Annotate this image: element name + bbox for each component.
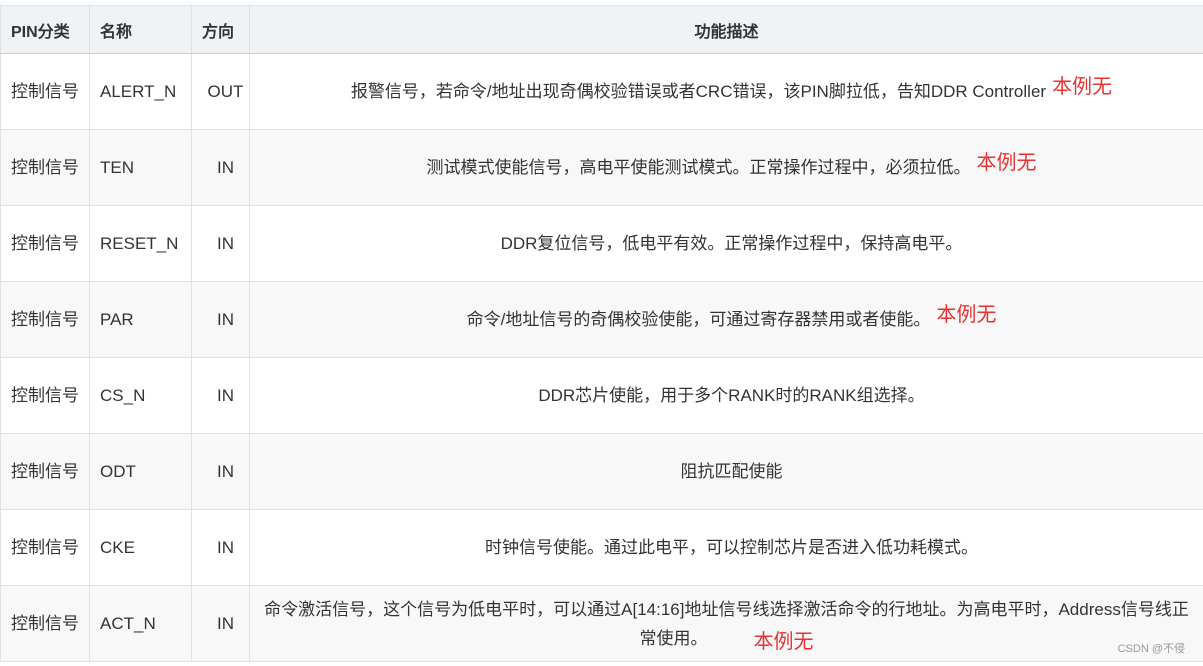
table-row: 控制信号 RESET_N IN DDR复位信号，低电平有效。正常操作过程中，保持… [0, 205, 1203, 282]
note-not-used: 本例无 [753, 630, 814, 653]
cell-name: PAR [89, 281, 192, 358]
cell-direction: IN [191, 433, 250, 510]
cell-category: 控制信号 [0, 53, 90, 130]
cell-description: 测试模式使能信号，高电平使能测试模式。正常操作过程中，必须拉低。 本例无 [249, 129, 1203, 206]
header-pin-category: PIN分类 [0, 5, 90, 54]
description-text: 测试模式使能信号，高电平使能测试模式。正常操作过程中，必须拉低。 [426, 158, 971, 177]
cell-description: 报警信号，若命令/地址出现奇偶校验错误或者CRC错误，该PIN脚拉低，告知DDR… [249, 53, 1203, 130]
cell-direction: IN [191, 585, 250, 662]
cell-name: ODT [89, 433, 192, 510]
header-name: 名称 [89, 5, 192, 54]
pin-function-table: PIN分类 名称 方向 功能描述 控制信号 ALERT_N OUT 报警信号，若… [0, 5, 1203, 662]
csdn-watermark: CSDN @不侵 [1117, 643, 1185, 655]
cell-description: 阻抗匹配使能 [249, 433, 1203, 510]
header-direction: 方向 [191, 5, 250, 54]
cell-category: 控制信号 [0, 509, 90, 586]
cell-name: CS_N [89, 357, 192, 434]
table-body: 控制信号 ALERT_N OUT 报警信号，若命令/地址出现奇偶校验错误或者CR… [0, 53, 1203, 662]
cell-direction: IN [191, 281, 250, 358]
cell-category: 控制信号 [0, 281, 90, 358]
cell-name: ALERT_N [89, 53, 192, 130]
description-text: 命令/地址信号的奇偶校验使能，可通过寄存器禁用或者使能。 [466, 310, 931, 329]
cell-name: CKE [89, 509, 192, 586]
description-text: 时钟信号使能。通过此电平，可以控制芯片是否进入低功耗模式。 [485, 538, 978, 557]
cell-category: 控制信号 [0, 205, 90, 282]
cell-description: DDR复位信号，低电平有效。正常操作过程中，保持高电平。 [249, 205, 1203, 282]
description-text: 阻抗匹配使能 [680, 462, 783, 481]
cell-name: TEN [89, 129, 192, 206]
cell-direction: IN [191, 357, 250, 434]
description-text: 命令激活信号，这个信号为低电平时，可以通过A[14:16]地址信号线选择激活命令… [264, 599, 1189, 648]
cell-category: 控制信号 [0, 433, 90, 510]
header-row: PIN分类 名称 方向 功能描述 [0, 5, 1203, 54]
cell-description: 命令激活信号，这个信号为低电平时，可以通过A[14:16]地址信号线选择激活命令… [249, 585, 1203, 662]
cell-direction: OUT [191, 53, 250, 130]
cell-direction: IN [191, 509, 250, 586]
cell-category: 控制信号 [0, 129, 90, 206]
table-row: 控制信号 ACT_N IN 命令激活信号，这个信号为低电平时，可以通过A[14:… [0, 585, 1203, 662]
table-header: PIN分类 名称 方向 功能描述 [0, 5, 1203, 54]
description-text: DDR芯片使能，用于多个RANK时的RANK组选择。 [538, 386, 925, 405]
cell-direction: IN [191, 129, 250, 206]
note-not-used: 本例无 [1052, 76, 1113, 98]
cell-direction: IN [191, 205, 250, 282]
cell-category: 控制信号 [0, 357, 90, 434]
cell-description: 时钟信号使能。通过此电平，可以控制芯片是否进入低功耗模式。 [249, 509, 1203, 586]
cell-description: DDR芯片使能，用于多个RANK时的RANK组选择。 [249, 357, 1203, 434]
cell-category: 控制信号 [0, 585, 90, 662]
description-text: 报警信号，若命令/地址出现奇偶校验错误或者CRC错误，该PIN脚拉低，告知DDR… [350, 82, 1047, 101]
table-row: 控制信号 ODT IN 阻抗匹配使能 [0, 433, 1203, 510]
table-row: 控制信号 CS_N IN DDR芯片使能，用于多个RANK时的RANK组选择。 [0, 357, 1203, 434]
table-row: 控制信号 CKE IN 时钟信号使能。通过此电平，可以控制芯片是否进入低功耗模式… [0, 509, 1203, 586]
description-text: DDR复位信号，低电平有效。正常操作过程中，保持高电平。 [500, 234, 963, 253]
cell-name: RESET_N [89, 205, 192, 282]
table-row: 控制信号 TEN IN 测试模式使能信号，高电平使能测试模式。正常操作过程中，必… [0, 129, 1203, 206]
header-description: 功能描述 [249, 5, 1203, 54]
cell-description: 命令/地址信号的奇偶校验使能，可通过寄存器禁用或者使能。 本例无 [249, 281, 1203, 358]
note-not-used: 本例无 [936, 304, 997, 326]
note-not-used: 本例无 [976, 152, 1037, 174]
table-row: 控制信号 ALERT_N OUT 报警信号，若命令/地址出现奇偶校验错误或者CR… [0, 53, 1203, 130]
table-row: 控制信号 PAR IN 命令/地址信号的奇偶校验使能，可通过寄存器禁用或者使能。… [0, 281, 1203, 358]
cell-name: ACT_N [89, 585, 192, 662]
